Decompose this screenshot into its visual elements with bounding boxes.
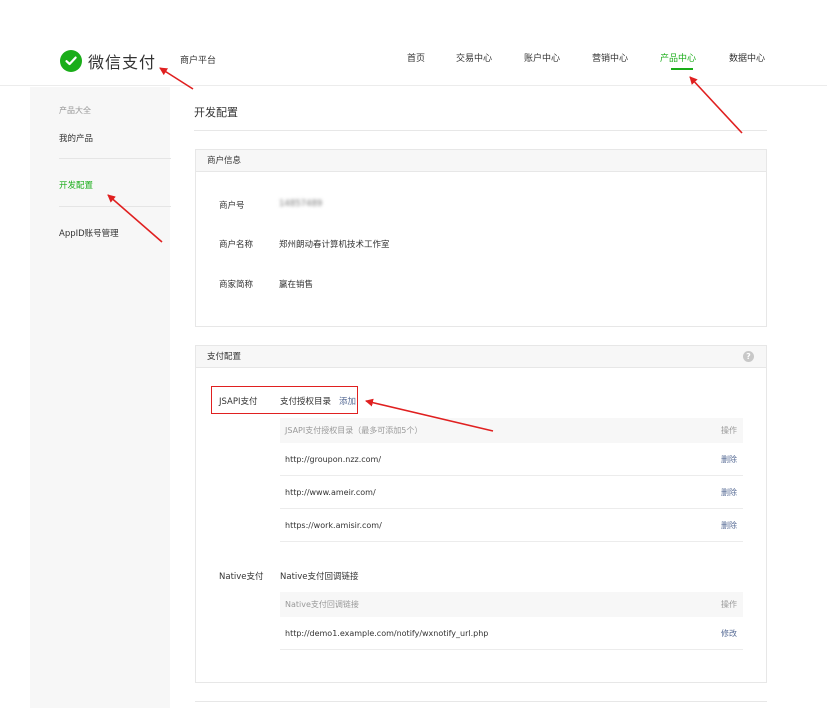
- nav-account-center[interactable]: 账户中心: [524, 51, 560, 64]
- nav-home[interactable]: 首页: [407, 51, 425, 64]
- native-dir-label: Native支付回调链接: [280, 572, 359, 582]
- jsapi-dir-table: JSAPI支付授权目录（最多可添加5个） 操作 http://groupon.n…: [280, 418, 743, 542]
- jsapi-dir-url: http://groupon.nzz.com/: [285, 455, 382, 464]
- merchant-short-name-label: 商家简称: [219, 280, 254, 290]
- native-table-header: Native支付回调链接 操作: [280, 592, 743, 617]
- sidebar-item-dev-config[interactable]: 开发配置: [59, 179, 93, 191]
- wechat-pay-logo[interactable]: 微信支付: [60, 49, 156, 73]
- native-table-header-title: Native支付回调链接: [285, 600, 359, 609]
- table-row: http://demo1.example.com/notify/wxnotify…: [280, 617, 743, 650]
- jsapi-dir-url: http://www.ameir.com/: [285, 488, 376, 497]
- native-label: Native支付: [219, 572, 264, 582]
- jsapi-table-header-title: JSAPI支付授权目录（最多可添加5个）: [285, 426, 423, 435]
- nav-marketing-center[interactable]: 营销中心: [592, 51, 628, 64]
- delete-link[interactable]: 删除: [721, 509, 737, 542]
- payment-config-header: 支付配置 ?: [196, 346, 766, 368]
- annotation-highlight-box: [211, 386, 358, 414]
- delete-link[interactable]: 删除: [721, 443, 737, 476]
- bottom-divider: [195, 701, 767, 702]
- sidebar-divider: [59, 158, 171, 159]
- table-row: https://work.amisir.com/ 删除: [280, 509, 743, 542]
- jsapi-table-header: JSAPI支付授权目录（最多可添加5个） 操作: [280, 418, 743, 443]
- top-bar: 微信支付 商户平台 首页 交易中心 账户中心 营销中心 产品中心 数据中心: [0, 0, 827, 86]
- delete-link[interactable]: 删除: [721, 476, 737, 509]
- native-callback-table: Native支付回调链接 操作 http://demo1.example.com…: [280, 592, 743, 650]
- title-divider: [194, 130, 767, 131]
- table-row: http://groupon.nzz.com/ 删除: [280, 443, 743, 476]
- jsapi-dir-url: https://work.amisir.com/: [285, 521, 382, 530]
- active-nav-indicator: [671, 68, 693, 70]
- native-callback-url: http://demo1.example.com/notify/wxnotify…: [285, 629, 489, 638]
- merchant-id-value: 14857489: [279, 199, 323, 209]
- jsapi-table-header-op: 操作: [721, 426, 737, 435]
- sidebar-group-label: 产品大全: [59, 106, 91, 115]
- help-icon[interactable]: ?: [743, 351, 754, 362]
- native-table-header-op: 操作: [721, 600, 737, 609]
- edit-link[interactable]: 修改: [721, 617, 737, 650]
- sidebar-divider: [59, 206, 171, 207]
- merchant-short-name-value: 赢在销售: [279, 280, 314, 290]
- page-title: 开发配置: [194, 106, 238, 119]
- table-row: http://www.ameir.com/ 删除: [280, 476, 743, 509]
- nav-trade-center[interactable]: 交易中心: [456, 51, 492, 64]
- merchant-name-value: 郑州朗动春计算机技术工作室: [279, 240, 390, 250]
- nav-data-center[interactable]: 数据中心: [729, 51, 765, 64]
- brand-name: 微信支付: [88, 53, 157, 72]
- sidebar-item-appid-management[interactable]: AppID账号管理: [59, 227, 119, 239]
- merchant-info-heading: 商户信息: [196, 150, 766, 172]
- sidebar: 产品大全 我的产品 开发配置 AppID账号管理: [30, 87, 171, 708]
- sidebar-item-my-products[interactable]: 我的产品: [59, 132, 93, 144]
- wechat-pay-logo-icon: [60, 50, 82, 72]
- platform-name: 商户平台: [180, 56, 217, 66]
- merchant-info-panel: 商户信息 商户号 14857489 商户名称 郑州朗动春计算机技术工作室 商家简…: [195, 149, 767, 327]
- merchant-name-label: 商户名称: [219, 240, 254, 250]
- nav-product-center[interactable]: 产品中心: [660, 51, 696, 64]
- merchant-id-label: 商户号: [219, 201, 245, 211]
- payment-config-heading: 支付配置: [207, 352, 242, 362]
